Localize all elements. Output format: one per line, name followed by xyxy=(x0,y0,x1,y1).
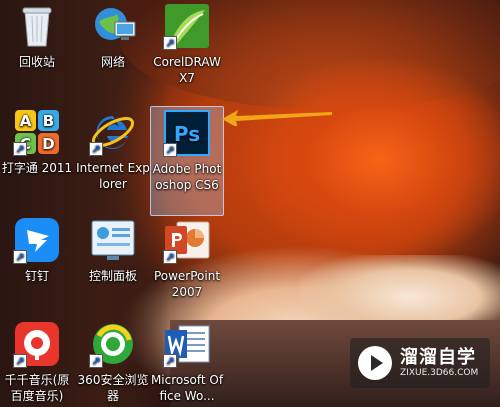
desktop-icon-dingtalk[interactable]: 钉钉 xyxy=(4,216,70,284)
photoshop-glyph: Ps xyxy=(174,122,200,146)
shortcut-arrow-icon xyxy=(163,143,177,157)
desktop-icon-typing-app[interactable]: A B C D 打字通 2011 xyxy=(2,108,72,176)
desktop-icon-label: Internet Explorer xyxy=(76,161,150,191)
shortcut-arrow-icon xyxy=(163,250,177,264)
shortcut-arrow-icon xyxy=(163,354,177,368)
desktop-icon-control-panel[interactable]: 控制面板 xyxy=(80,216,146,284)
desktop-icon-label: 控制面板 xyxy=(88,269,137,283)
desktop-icon-label: 回收站 xyxy=(18,55,55,69)
desktop-icon-label: 打字通 2011 xyxy=(1,161,73,175)
word-icon xyxy=(163,320,211,368)
watermark: 溜溜自学 ZIXUE.3D66.COM xyxy=(350,338,490,388)
photoshop-icon: Ps xyxy=(163,109,211,157)
desktop-icon-label: 钉钉 xyxy=(24,269,49,283)
qianqian-music-icon xyxy=(13,320,61,368)
wallpaper-glow xyxy=(250,60,500,260)
shortcut-arrow-icon xyxy=(13,354,27,368)
desktop-icon-internet-explorer[interactable]: Internet Explorer xyxy=(76,108,150,192)
typing-app-icon: A B C D xyxy=(13,108,61,156)
shortcut-arrow-icon xyxy=(89,142,103,156)
watermark-title: 溜溜自学 xyxy=(400,346,476,368)
desktop-icon-photoshop[interactable]: Ps Adobe Photoshop CS6 xyxy=(150,106,224,216)
watermark-subtitle: ZIXUE.3D66.COM xyxy=(400,367,479,378)
recycle-bin-icon xyxy=(13,2,61,50)
desktop-icon-qianqian-music[interactable]: 千千音乐(原百度音乐) xyxy=(4,320,70,404)
desktop-icon-network[interactable]: 网络 xyxy=(80,2,146,70)
dingtalk-icon xyxy=(13,216,61,264)
desktop-icon-word[interactable]: Microsoft Office Wo... xyxy=(151,320,223,404)
typing-letter-a: A xyxy=(20,112,32,130)
desktop: 回收站 A B C D 打字通 2011 钉钉 xyxy=(0,0,500,407)
watermark-play-icon xyxy=(358,346,392,380)
desktop-icon-360-browser[interactable]: 360安全浏览器 xyxy=(78,320,148,404)
shortcut-arrow-icon xyxy=(13,250,27,264)
desktop-icon-label: Adobe Photoshop CS6 xyxy=(152,162,222,192)
internet-explorer-icon xyxy=(89,108,137,156)
shortcut-arrow-icon xyxy=(163,36,177,50)
network-icon xyxy=(89,2,137,50)
typing-letter-b: B xyxy=(43,112,54,130)
typing-letter-d: D xyxy=(42,135,54,153)
desktop-icon-coreldraw[interactable]: CorelDRAW X7 xyxy=(153,2,221,86)
desktop-icon-label: PowerPoint 2007 xyxy=(153,269,221,299)
coreldraw-icon xyxy=(163,2,211,50)
annotation-arrow-icon xyxy=(222,110,332,126)
wallpaper-sky xyxy=(300,255,500,325)
desktop-icon-label: 360安全浏览器 xyxy=(77,373,149,403)
shortcut-arrow-icon xyxy=(13,142,27,156)
desktop-icon-powerpoint[interactable]: PowerPoint 2007 xyxy=(154,216,220,300)
desktop-icon-label: CorelDRAW X7 xyxy=(153,55,221,85)
360-browser-icon xyxy=(89,320,137,368)
desktop-icon-label: Microsoft Office Wo... xyxy=(150,373,224,403)
desktop-icon-label: 千千音乐(原百度音乐) xyxy=(4,373,70,403)
powerpoint-icon xyxy=(163,216,211,264)
control-panel-icon xyxy=(89,216,137,264)
desktop-icon-label: 网络 xyxy=(100,55,125,69)
desktop-icon-recycle-bin[interactable]: 回收站 xyxy=(4,2,70,70)
shortcut-arrow-icon xyxy=(89,354,103,368)
